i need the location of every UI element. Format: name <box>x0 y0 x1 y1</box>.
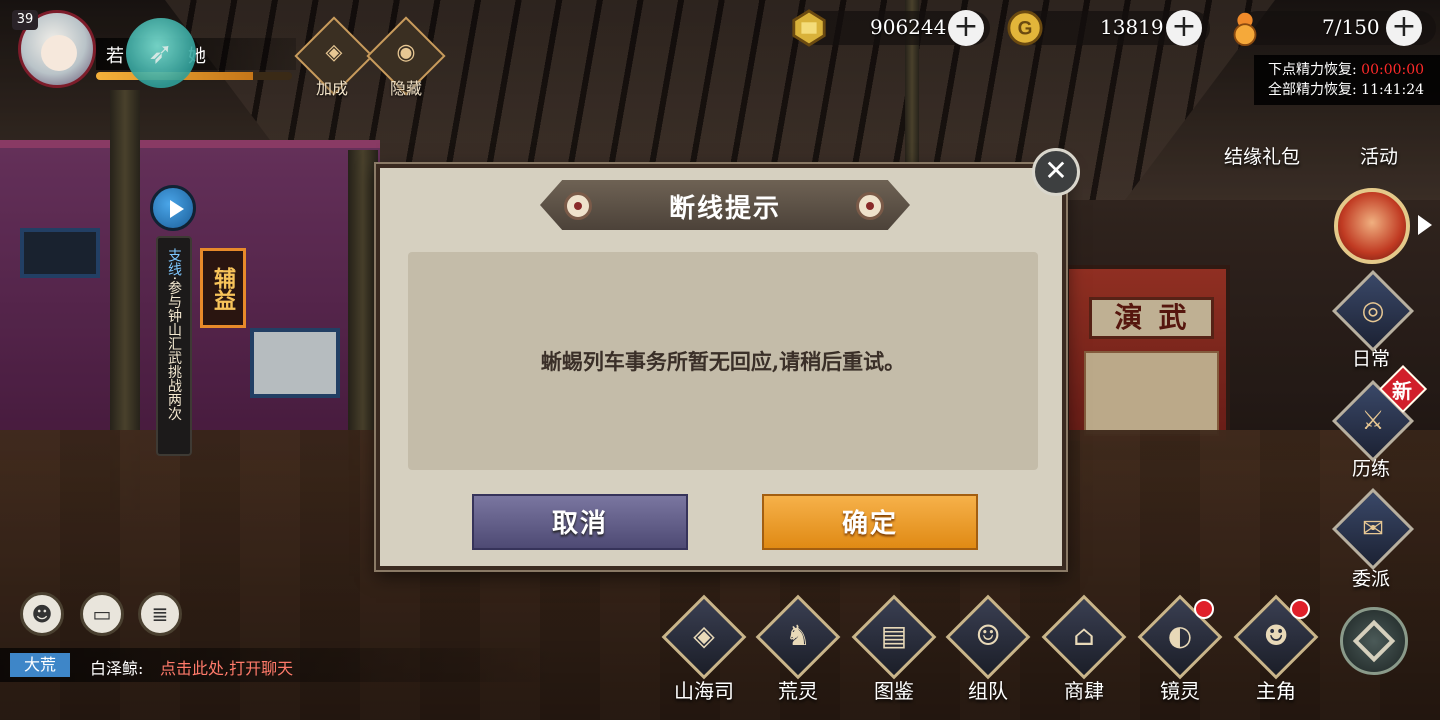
character-portrait[interactable] <box>1334 188 1410 264</box>
eye-icon: ◉ <box>396 40 416 65</box>
notification-dot <box>1194 599 1214 619</box>
stamina-value: 7/150 <box>1322 15 1380 39</box>
new-badge-text: 新 <box>1392 379 1412 403</box>
avatar-face <box>41 35 77 71</box>
add-friend-icon: ☻ <box>31 602 53 626</box>
dialog-title: 断线提示 <box>668 194 781 224</box>
huangling-icon: ♞ <box>785 619 811 652</box>
coin-icon: G <box>1007 10 1043 46</box>
quest-text: 参与钟山汇武挑战两次 <box>166 280 182 421</box>
notes-icon: ≣ <box>151 602 169 626</box>
hide-label: 隐藏 <box>390 79 423 98</box>
disconnect-dialog: 断线提示 蜥蜴列车事务所暂无回应,请稍后重试。 取消 确定 <box>376 164 1066 570</box>
training-label: 历练 <box>1352 458 1391 480</box>
menu-label: 主角 <box>1256 679 1296 703</box>
menu-label: 山海司 <box>674 679 734 703</box>
next-recovery-time: 00:00:00 <box>1361 62 1425 78</box>
next-recovery-row: 下点精力恢复: 00:00:00 <box>1268 60 1426 80</box>
quest-banner[interactable]: 支线·参与钟山汇武挑战两次 <box>156 236 192 456</box>
dialog-message: 蜥蜴列车事务所暂无回应,请稍后重试。 <box>540 349 906 374</box>
quest-prefix: 支线 <box>166 248 182 276</box>
mirror-icon: ◐ <box>1167 619 1193 652</box>
quest-text-wrap: 支线·参与钟山汇武挑战两次 <box>166 248 182 421</box>
stamina-recovery-panel: 下点精力恢复: 00:00:00 全部精力恢复: 11:41:24 <box>1254 55 1440 105</box>
bottom-menu-codex[interactable]: ▤ 图鉴 <box>851 594 937 715</box>
expand-arrow-icon[interactable] <box>1418 215 1432 235</box>
chat-speaker: 白泽鲸: <box>90 659 144 678</box>
vip-orb[interactable]: ➶ <box>126 18 196 88</box>
training-icon: ⚔ <box>1361 406 1385 436</box>
bottom-menu-mirror[interactable]: ◐ 镜灵 <box>1137 594 1223 715</box>
bottom-menu-hero[interactable]: ☻ 主角 <box>1233 594 1319 715</box>
full-recovery-row: 全部精力恢复: 11:41:24 <box>1268 80 1426 100</box>
menu-label: 荒灵 <box>778 679 818 703</box>
cancel-button[interactable]: 取消 <box>472 494 688 550</box>
main-menu-button[interactable] <box>1340 607 1408 675</box>
level-badge: 39 <box>12 10 38 30</box>
mail-button[interactable]: ▭ <box>80 592 124 636</box>
bonus-icon: ◈ <box>325 40 343 65</box>
quest-play-button[interactable] <box>150 185 196 231</box>
dispatch-label: 委派 <box>1352 568 1391 590</box>
gold-value: 906244 <box>870 15 947 39</box>
player-name-prefix: 若 <box>106 46 124 67</box>
bonus-label: 加成 <box>316 79 349 98</box>
full-recovery-label: 全部精力恢复: <box>1268 82 1357 98</box>
gold-ingot-icon <box>792 9 826 47</box>
event-label[interactable]: 活动 <box>1360 142 1398 169</box>
full-recovery-time: 11:41:24 <box>1361 82 1425 98</box>
aux-sign: 辅益 <box>200 248 246 328</box>
stamina-gourd-icon <box>1233 12 1257 47</box>
dispatch-icon: ✉ <box>1362 514 1384 544</box>
exp-bar <box>96 72 292 80</box>
menu-label: 商肆 <box>1064 679 1104 703</box>
cards-icon: ▤ <box>880 619 908 652</box>
gold-add-button[interactable]: + <box>948 10 984 46</box>
coin-add-button[interactable]: + <box>1166 10 1202 46</box>
bottom-menu-team[interactable]: ☺ 组队 <box>945 594 1031 715</box>
chat-open-link[interactable]: 点击此处,打开聊天 <box>160 655 293 679</box>
mail-icon: ▭ <box>92 602 112 626</box>
menu-label: 组队 <box>968 679 1008 703</box>
chat-channel[interactable]: 大荒 <box>10 653 70 677</box>
bottom-menu-huangling[interactable]: ♞ 荒灵 <box>755 594 841 715</box>
daily-label: 日常 <box>1352 348 1391 370</box>
close-icon: ✕ <box>1044 154 1068 187</box>
daily-icon: ◎ <box>1361 296 1385 326</box>
shanhaisi-icon: ◈ <box>693 619 715 652</box>
coin-value: 13819 <box>1100 15 1164 39</box>
friends-button[interactable]: ☻ <box>20 592 64 636</box>
menu-label: 镜灵 <box>1160 679 1200 703</box>
hero-icon: ☻ <box>1263 619 1289 652</box>
confirm-button[interactable]: 确定 <box>762 494 978 550</box>
close-dialog-button[interactable]: ✕ <box>1032 148 1080 196</box>
team-icon: ☺ <box>975 619 1001 652</box>
menu-label: 图鉴 <box>874 679 914 703</box>
gear-icon <box>1352 619 1396 663</box>
notification-dot <box>1290 599 1310 619</box>
stamina-add-button[interactable]: + <box>1386 10 1422 46</box>
gift-pack-label[interactable]: 结缘礼包 <box>1224 142 1300 169</box>
svg-text:G: G <box>1018 19 1033 40</box>
bottom-menu-shanhaisi[interactable]: ◈ 山海司 <box>661 594 747 715</box>
next-recovery-label: 下点精力恢复: <box>1268 62 1357 78</box>
shop-icon: ⌂ <box>1073 619 1095 652</box>
notes-button[interactable]: ≣ <box>138 592 182 636</box>
bottom-menu-shop[interactable]: ⌂ 商肆 <box>1041 594 1127 715</box>
rocket-icon: ➶ <box>148 36 174 71</box>
